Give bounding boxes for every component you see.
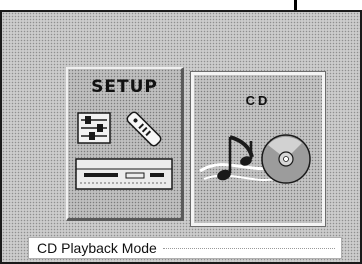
setup-icon [75,111,173,190]
music-note-icon [217,135,254,181]
player-deck-icon [75,158,173,190]
setup-menu-tile[interactable]: SETUP [66,67,184,221]
cd-menu-tile[interactable]: CD [190,71,326,227]
disc-icon [261,134,311,184]
remote-control-icon [126,111,162,147]
status-text: CD Playback Mode [37,240,157,256]
status-divider [162,247,335,249]
cd-music-icon [199,134,311,184]
equalizer-icon [77,112,111,144]
menu-screen: SETUP CD CD Playback Mode [0,10,362,264]
status-bar: CD Playback Mode [28,237,342,259]
